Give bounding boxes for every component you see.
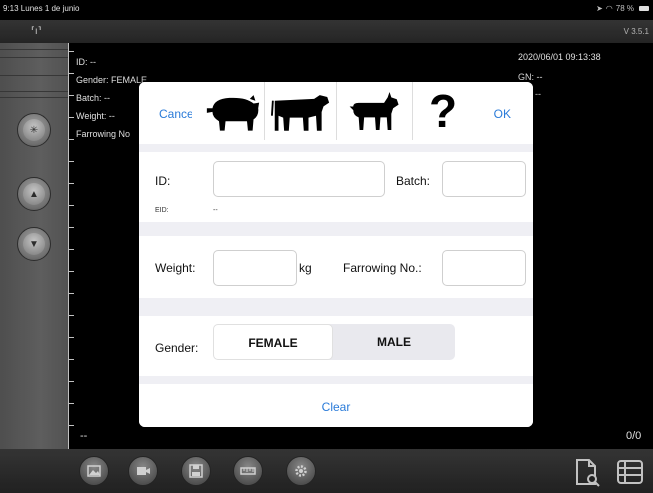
gear-icon (295, 465, 307, 477)
bg-datetime: 2020/06/01 09:13:38 (518, 52, 601, 62)
pig-icon (206, 95, 259, 131)
down-button[interactable]: ▼ (17, 227, 51, 261)
ruler-tick (68, 381, 74, 382)
goat-button[interactable] (337, 82, 413, 140)
ruler-tick (68, 293, 74, 294)
ruler-tick (68, 425, 74, 426)
weight-section: Weight: kg Farrowing No.: (139, 236, 533, 298)
gender-male-option[interactable]: MALE (333, 324, 455, 360)
id-label: ID: (155, 174, 171, 188)
bg-bottom-readout: -- (80, 430, 88, 442)
ruler-tick (68, 249, 74, 250)
eid-label: EID: (155, 207, 169, 214)
ruler-tick (68, 271, 74, 272)
farrowing-input[interactable] (442, 250, 526, 286)
settings-button[interactable] (286, 456, 316, 486)
ruler-axis (68, 43, 69, 449)
clear-section: Clear (139, 384, 533, 427)
ruler-tick (68, 183, 74, 184)
antenna-icon[interactable]: ⸢ı⸣ (31, 26, 42, 37)
cancel-button[interactable]: Cancel (159, 107, 192, 121)
divider (0, 91, 68, 92)
farrowing-label: Farrowing No.: (343, 261, 422, 275)
depth-ruler (68, 43, 82, 449)
up-button[interactable]: ▲ (17, 177, 51, 211)
unknown-animal-button[interactable]: ? (419, 85, 467, 137)
ruler-tick (68, 161, 74, 162)
image-icon (87, 465, 101, 477)
id-input[interactable] (213, 161, 385, 197)
battery-icon (639, 6, 649, 11)
video-icon (137, 467, 150, 475)
ruler-tick (68, 337, 74, 338)
version-label: V 3.5.1 (623, 27, 649, 36)
ruler-tick (68, 51, 74, 52)
ruler-tick (68, 315, 74, 316)
dialog-header: Cancel ? OK (139, 82, 533, 144)
gender-segmented-control: FEMALE MALE (213, 324, 455, 360)
top-app-bar: ⸢ı⸣ V 3.5.1 (0, 20, 653, 43)
pig-button[interactable] (201, 82, 265, 140)
status-bar: 9:13 Lunes 1 de junio ➤ ◠ 78 % (0, 0, 653, 20)
wifi-icon: ◠ (605, 4, 613, 13)
bg-gn-readout: GN: -- (518, 72, 543, 82)
bg-id-readout: ID: -- (76, 57, 96, 67)
app-screen: 9:13 Lunes 1 de junio ➤ ◠ 78 % ⸢ı⸣ V 3.5… (0, 0, 653, 493)
cow-icon (270, 95, 329, 131)
status-right: ➤ ◠ 78 % (596, 4, 649, 13)
location-icon: ➤ (596, 4, 603, 13)
image-counter: 0/0 (626, 430, 642, 442)
ruler-tick (68, 359, 74, 360)
search-records-button[interactable] (572, 457, 602, 487)
batch-input[interactable] (442, 161, 526, 197)
gender-label: Gender: (155, 341, 199, 355)
arrow-down-icon: ▼ (23, 233, 45, 255)
bg-farrowing-readout: Farrowing No (76, 129, 131, 139)
gender-female-option[interactable]: FEMALE (213, 324, 333, 360)
list-icon (617, 460, 643, 484)
arrow-up-icon: ▲ (23, 183, 45, 205)
ruler-tick (68, 403, 74, 404)
document-search-icon (576, 459, 600, 487)
measure-button[interactable] (233, 456, 263, 486)
batch-label: Batch: (396, 174, 431, 188)
video-button[interactable] (128, 456, 158, 486)
save-icon (189, 464, 203, 478)
weight-label: Weight: (155, 261, 196, 275)
ruler-tick (68, 95, 74, 96)
bottom-toolbar (0, 449, 653, 493)
ok-button[interactable]: OK (494, 107, 511, 121)
clear-button[interactable]: Clear (139, 400, 533, 414)
ruler-tick (68, 205, 74, 206)
bg-weight-readout: Weight: -- (76, 111, 115, 121)
goat-icon (349, 91, 399, 131)
gallery-button[interactable] (79, 456, 109, 486)
cow-button[interactable] (265, 82, 337, 140)
battery-text: 78 % (615, 4, 634, 13)
list-button[interactable] (615, 457, 645, 487)
ruler-tick (68, 73, 74, 74)
animal-info-dialog: Cancel ? OK I (139, 82, 533, 427)
id-section: ID: Batch: EID: -- (139, 152, 533, 222)
snowflake-button[interactable]: ✳ (17, 113, 51, 147)
eid-value: -- (213, 207, 218, 214)
divider (0, 49, 68, 50)
ruler-tick (68, 227, 74, 228)
weight-unit: kg (299, 261, 312, 275)
ruler-tick (68, 117, 74, 118)
gender-section: Gender: FEMALE MALE (139, 316, 533, 376)
ruler-icon (240, 467, 256, 475)
divider (0, 57, 68, 58)
ruler-tick (68, 139, 74, 140)
divider (0, 97, 68, 98)
divider (0, 75, 68, 76)
status-time: 9:13 Lunes 1 de junio (3, 4, 80, 13)
save-button[interactable] (181, 456, 211, 486)
snowflake-icon: ✳ (23, 119, 45, 141)
bg-gender-readout: Gender: FEMALE (76, 75, 148, 85)
left-control-panel: ✳ ▲ ▼ (0, 43, 68, 449)
bg-batch-readout: Batch: -- (76, 93, 111, 103)
weight-input[interactable] (213, 250, 297, 286)
bg-dash-readout: -- (535, 89, 541, 99)
